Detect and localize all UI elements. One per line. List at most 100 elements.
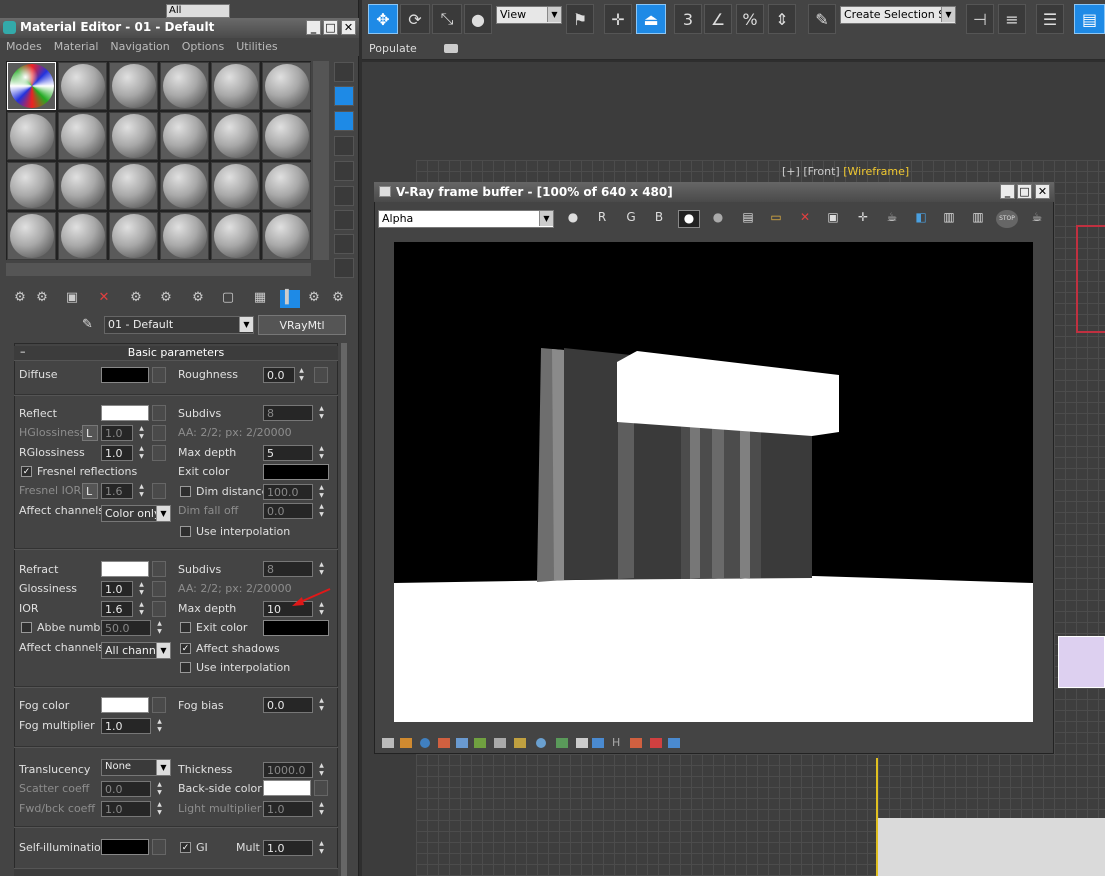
scatter-coeff-spinner[interactable]: 0.0 bbox=[101, 781, 151, 797]
green-channel-button[interactable]: G bbox=[620, 210, 642, 228]
sample-slot[interactable] bbox=[160, 62, 209, 110]
basic-parameters-header[interactable]: – Basic parameters bbox=[14, 345, 338, 361]
material-name-dropdown[interactable]: 01 - Default ▼ bbox=[104, 316, 254, 334]
dim-falloff-spinner[interactable]: 0.0 bbox=[263, 503, 313, 519]
make-preview-icon[interactable] bbox=[334, 186, 354, 206]
percent-snap-toggle[interactable]: % bbox=[736, 4, 764, 34]
clear-image-icon[interactable]: ✕ bbox=[794, 210, 816, 228]
self-illumination-mult-spinner[interactable]: 1.0 bbox=[263, 840, 313, 856]
put-to-library-icon[interactable]: ⚙ bbox=[156, 290, 176, 308]
spinner-arrows-icon[interactable]: ▲ ▼ bbox=[297, 367, 306, 383]
stop-render-button[interactable]: STOP bbox=[996, 210, 1018, 228]
affect-shadows-checkbox[interactable]: ✓ bbox=[180, 643, 191, 654]
minimize-icon[interactable]: _ bbox=[1000, 184, 1015, 199]
eyedropper-icon[interactable]: ✎ bbox=[82, 317, 98, 333]
channel-dropdown[interactable]: Alpha ▼ bbox=[378, 210, 554, 228]
fog-color-map-button[interactable] bbox=[152, 697, 166, 713]
h-icon[interactable]: H bbox=[612, 736, 620, 749]
close-icon[interactable]: ✕ bbox=[1035, 184, 1050, 199]
reflect-exit-color-swatch[interactable] bbox=[263, 464, 329, 480]
alpha-channel-button[interactable]: ● bbox=[678, 210, 700, 228]
rgb-channels-icon[interactable]: ● bbox=[562, 210, 584, 228]
ab-compare-icon[interactable]: ▥ bbox=[938, 210, 960, 228]
blue-channel-button[interactable]: B bbox=[648, 210, 670, 228]
angle-snap-toggle[interactable]: ∠ bbox=[704, 4, 732, 34]
refract-glossiness-spinner[interactable]: 1.0 bbox=[101, 581, 133, 597]
reflect-subdivs-spinner[interactable]: 8 bbox=[263, 405, 313, 421]
ior-map-button[interactable] bbox=[152, 601, 166, 617]
pick-material-icon[interactable]: ⚙ bbox=[328, 290, 348, 308]
reflect-affect-channels-dropdown[interactable]: Color only ▼ bbox=[101, 505, 171, 522]
edit-named-selections-button[interactable]: ✎ bbox=[808, 4, 836, 34]
spinner-arrows-icon[interactable]: ▲ ▼ bbox=[155, 801, 164, 817]
toggle-scene-explorer-button[interactable]: ▤ bbox=[1074, 4, 1105, 34]
mirror-button[interactable]: ⊣ bbox=[966, 4, 994, 34]
ribbon-populate-tab[interactable]: Populate bbox=[369, 42, 417, 55]
sample-slot[interactable] bbox=[58, 212, 107, 260]
fwd-bck-coeff-spinner[interactable]: 1.0 bbox=[101, 801, 151, 817]
maximize-icon[interactable]: □ bbox=[323, 20, 338, 35]
render-teapot-icon[interactable]: ☕ bbox=[1026, 210, 1048, 228]
spinner-arrows-icon[interactable]: ▲ ▼ bbox=[137, 425, 146, 441]
sample-slot[interactable] bbox=[262, 212, 311, 260]
sample-slot[interactable] bbox=[211, 62, 260, 110]
refract-exit-color-swatch[interactable] bbox=[263, 620, 329, 636]
sample-slot[interactable] bbox=[7, 62, 56, 110]
hglossiness-spinner[interactable]: 1.0 bbox=[101, 425, 133, 441]
spinner-arrows-icon[interactable]: ▲ ▼ bbox=[317, 445, 326, 461]
sample-slot[interactable] bbox=[262, 112, 311, 160]
diffuse-color-swatch[interactable] bbox=[101, 367, 149, 383]
monochrome-button[interactable]: ● bbox=[707, 210, 729, 228]
spinner-arrows-icon[interactable]: ▲ ▼ bbox=[137, 445, 146, 461]
sample-slot[interactable] bbox=[109, 112, 158, 160]
fresnel-reflections-checkbox[interactable]: ✓ bbox=[21, 466, 32, 477]
save-image-icon[interactable]: ▤ bbox=[737, 210, 759, 228]
rglossiness-map-button[interactable] bbox=[152, 445, 166, 461]
region-render-icon[interactable]: ☕ bbox=[881, 210, 903, 228]
reference-coord-dropdown[interactable]: View ▼ bbox=[496, 6, 562, 24]
material-id-channel-icon[interactable]: ⚙ bbox=[188, 290, 208, 308]
gi-checkbox[interactable]: ✓ bbox=[180, 842, 191, 853]
sample-slot[interactable] bbox=[160, 162, 209, 210]
sample-slot[interactable] bbox=[58, 62, 107, 110]
spinner-arrows-icon[interactable]: ▲ ▼ bbox=[137, 601, 146, 617]
sample-slot[interactable] bbox=[7, 212, 56, 260]
show-end-result-icon[interactable]: ▦ bbox=[250, 290, 270, 308]
reflect-use-interpolation-checkbox[interactable] bbox=[180, 526, 191, 537]
sample-slot[interactable] bbox=[160, 212, 209, 260]
spinner-arrows-icon[interactable]: ▲ ▼ bbox=[317, 561, 326, 577]
spinner-arrows-icon[interactable]: ▲ ▼ bbox=[317, 405, 326, 421]
spinner-arrows-icon[interactable]: ▲ ▼ bbox=[137, 581, 146, 597]
menu-utilities[interactable]: Utilities bbox=[236, 40, 277, 54]
sample-slot[interactable] bbox=[211, 162, 260, 210]
background-checker-icon[interactable] bbox=[334, 111, 354, 131]
menu-modes[interactable]: Modes bbox=[6, 40, 42, 54]
viewport-label-mode[interactable]: [Wireframe] bbox=[843, 165, 909, 178]
reflect-maxdepth-spinner[interactable]: 5 bbox=[263, 445, 313, 461]
color-corrections-icon[interactable] bbox=[400, 738, 412, 748]
get-material-icon[interactable]: ⚙ bbox=[10, 290, 30, 308]
compare-icon[interactable] bbox=[630, 738, 642, 748]
track-mouse-icon[interactable]: ✛ bbox=[852, 210, 874, 228]
roughness-map-button[interactable] bbox=[314, 367, 328, 383]
backlight-icon[interactable] bbox=[334, 86, 354, 106]
ocio-icon[interactable] bbox=[536, 738, 546, 748]
rotate-button[interactable]: ⟳ bbox=[400, 4, 430, 34]
menu-options[interactable]: Options bbox=[182, 40, 224, 54]
info-icon[interactable] bbox=[420, 738, 430, 748]
refract-glossiness-map-button[interactable] bbox=[152, 581, 166, 597]
go-to-parent-icon[interactable]: ▍ bbox=[280, 290, 300, 308]
fresnel-ior-map-button[interactable] bbox=[152, 483, 166, 499]
curves-icon[interactable] bbox=[438, 738, 450, 748]
place-button[interactable]: ● bbox=[464, 4, 492, 34]
fresnel-ior-lock-button[interactable]: L bbox=[82, 483, 98, 499]
select-move-button[interactable]: ✥ bbox=[368, 4, 398, 34]
refract-affect-channels-dropdown[interactable]: All channe ▼ bbox=[101, 642, 171, 659]
show-shaded-material-icon[interactable]: ▢ bbox=[218, 290, 238, 308]
put-material-to-scene-icon[interactable]: ⚙ bbox=[32, 290, 52, 308]
select-by-material-icon[interactable] bbox=[334, 234, 354, 254]
sample-slots-vertical-scrollbar[interactable] bbox=[313, 61, 329, 260]
dim-distance-spinner[interactable]: 100.0 bbox=[263, 484, 313, 500]
refract-exit-color-checkbox[interactable] bbox=[180, 622, 191, 633]
self-illumination-map-button[interactable] bbox=[152, 839, 166, 855]
